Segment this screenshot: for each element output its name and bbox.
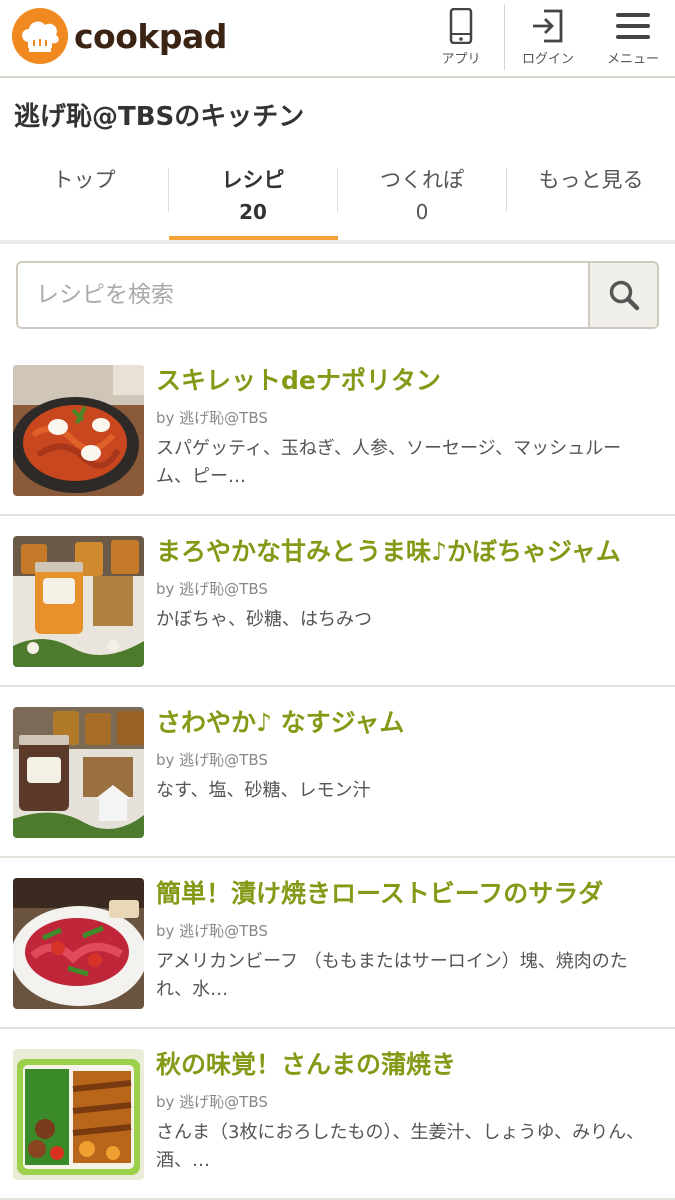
search-button[interactable] [588,263,657,327]
logo-wordmark: cookpad [74,16,227,56]
tab-label: もっと見る [538,168,644,192]
recipe-thumbnail [13,1049,144,1180]
search-icon [609,280,639,311]
recipe-ingredients: なす、塩、砂糖、レモン汁 [156,780,371,801]
recipe-item[interactable]: スキレットdeナポリタン by 逃げ恥@TBS スパゲッティ、玉ねぎ、人参、ソー… [0,345,675,516]
recipe-thumbnail [13,365,144,496]
recipe-ingredients: さんま（3枚におろしたもの）、生姜汁、しょうゆ、みりん、酒、… [156,1122,645,1171]
chef-hat-icon [12,8,68,64]
tab-label: レシピ [221,168,285,192]
login-button-label: ログイン [521,52,574,67]
tabs-bottom-border [0,240,675,244]
recipe-item[interactable]: 簡単！漬け焼きローストビーフのサラダ by 逃げ恥@TBS アメリカンビーフ （… [0,858,675,1029]
kitchen-title: 逃げ恥@TBSのキッチン [14,102,305,132]
recipe-author[interactable]: by 逃げ恥@TBS [156,1091,268,1112]
recipe-item[interactable]: 秋の味覚！さんまの蒲焼き by 逃げ恥@TBS さんま（3枚におろしたもの）、生… [0,1029,675,1200]
recipe-item[interactable]: まろやかな甘みとうま味♪かぼちゃジャム by 逃げ恥@TBS かぼちゃ、砂糖、は… [0,516,675,687]
recipe-ingredients: アメリカンビーフ （ももまたはサーロイン）塊、焼肉のたれ、水… [156,951,628,1000]
tab-more[interactable]: もっと見る [507,148,675,244]
menu-button-label: メニュー [606,52,659,67]
recipe-thumbnail [13,878,144,1009]
kitchen-tabs: トップ レシピ 20 つくれぽ 0 もっと見る [0,148,675,244]
recipe-author[interactable]: by 逃げ恥@TBS [156,407,268,428]
header-divider [504,4,505,70]
menu-button[interactable]: メニュー [598,0,668,76]
login-icon [530,8,566,44]
login-button[interactable]: ログイン [512,0,584,76]
tab-count: 20 [239,200,267,224]
recipe-title[interactable]: まろやかな甘みとうま味♪かぼちゃジャム [156,532,671,568]
tab-tsukurepo[interactable]: つくれぽ 0 [338,148,506,244]
cookpad-logo[interactable]: cookpad [12,7,227,65]
hamburger-menu-icon [616,8,650,44]
recipe-ingredients: スパゲッティ、玉ねぎ、人参、ソーセージ、マッシュルーム、ピー… [156,438,622,487]
recipe-search-box [16,261,659,329]
site-header: cookpad アプリ ログイン メニュー [0,0,675,78]
tab-label: トップ [52,168,116,192]
search-input[interactable] [18,263,590,327]
recipe-author[interactable]: by 逃げ恥@TBS [156,578,268,599]
recipe-author[interactable]: by 逃げ恥@TBS [156,920,268,941]
smartphone-icon [449,8,473,44]
recipe-title[interactable]: 簡単！漬け焼きローストビーフのサラダ [156,874,671,910]
recipe-title[interactable]: スキレットdeナポリタン [156,361,671,397]
app-button[interactable]: アプリ [425,0,497,76]
recipe-ingredients: かぼちゃ、砂糖、はちみつ [156,609,372,630]
tab-count: 0 [415,200,429,224]
recipe-author[interactable]: by 逃げ恥@TBS [156,749,268,770]
tab-recipes[interactable]: レシピ 20 [169,148,337,244]
recipe-thumbnail [13,536,144,667]
tab-top[interactable]: トップ [0,148,168,244]
recipe-thumbnail [13,707,144,838]
recipe-title[interactable]: 秋の味覚！さんまの蒲焼き [156,1045,671,1081]
app-button-label: アプリ [441,52,481,67]
recipe-item[interactable]: さわやか♪ なすジャム by 逃げ恥@TBS なす、塩、砂糖、レモン汁 [0,687,675,858]
recipe-title[interactable]: さわやか♪ なすジャム [156,703,671,739]
tab-label: つくれぽ [380,168,464,192]
